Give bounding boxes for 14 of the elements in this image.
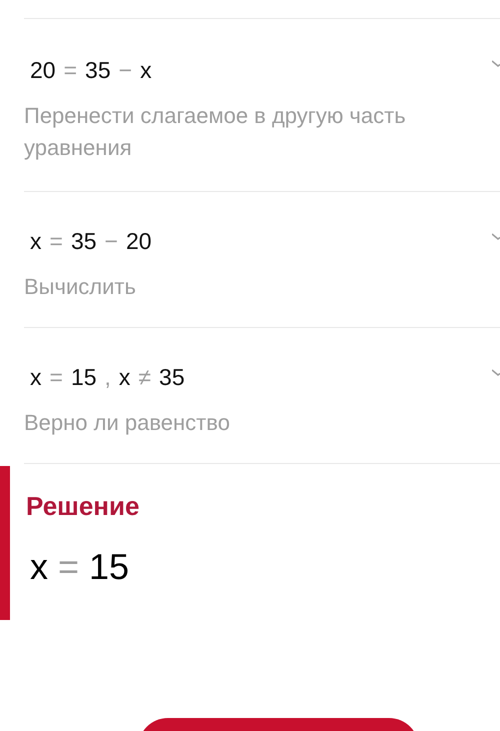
equation: x = 15 (30, 545, 130, 589)
chevron-icon[interactable] (492, 368, 500, 378)
solution-title: Решение (26, 490, 140, 522)
step-row[interactable]: x = 35 − 20 Вычислить (24, 191, 500, 327)
equation: x = 15 , x ≠ 35 (30, 363, 185, 392)
step-description: Вычислить (24, 272, 137, 300)
step-row[interactable]: 20 = 35 − x Перенести слагаемое в другую часть уравнения (24, 18, 500, 191)
step-description: Верно ли равенство (24, 408, 231, 437)
chevron-icon[interactable] (492, 59, 500, 69)
chevron-icon[interactable] (492, 232, 500, 242)
equation: 20 = 35 − x (30, 56, 152, 85)
step-description: Перенести слагаемое в другую часть уравнения (24, 102, 407, 162)
equation: x = 35 − 20 (30, 227, 152, 256)
step-row[interactable]: x = 15 , x ≠ 35 Верно ли равенство (24, 327, 500, 463)
